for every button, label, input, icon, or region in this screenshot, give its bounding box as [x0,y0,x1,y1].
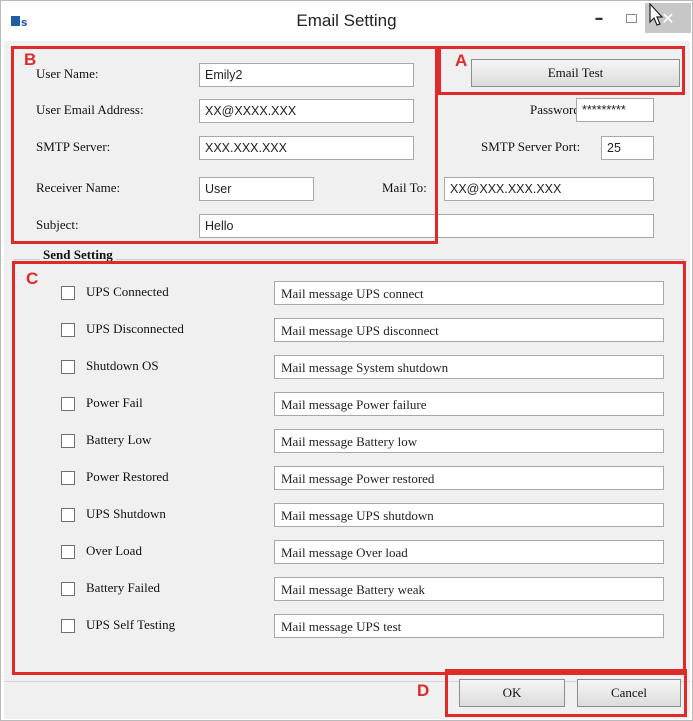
client-area: User Name: Emily2 Email Test User Email … [4,41,690,719]
title-bar: s Email Setting – ✕ [1,1,692,41]
highlight-box-c [12,261,686,675]
smtp-port-input[interactable]: 25 [601,136,654,160]
mouse-cursor-icon [649,3,664,26]
email-setting-window: s Email Setting – ✕ User Name: Emily2 Em… [0,0,693,721]
highlight-box-d [445,669,687,717]
maximize-icon [625,13,637,23]
annotation-letter-a: A [455,51,468,70]
annotation-letter-d: D [417,681,430,700]
mail-to-input[interactable]: XX@XXX.XXX.XXX [444,177,654,201]
password-input[interactable]: ********* [576,98,654,122]
highlight-box-b [11,46,438,244]
maximize-button[interactable] [613,3,649,33]
annotation-letter-c: C [26,269,39,288]
minimize-button[interactable]: – [581,3,617,33]
smtp-port-label: SMTP Server Port: [481,139,581,154]
highlight-box-a [438,46,685,95]
annotation-letter-b: B [24,50,37,69]
